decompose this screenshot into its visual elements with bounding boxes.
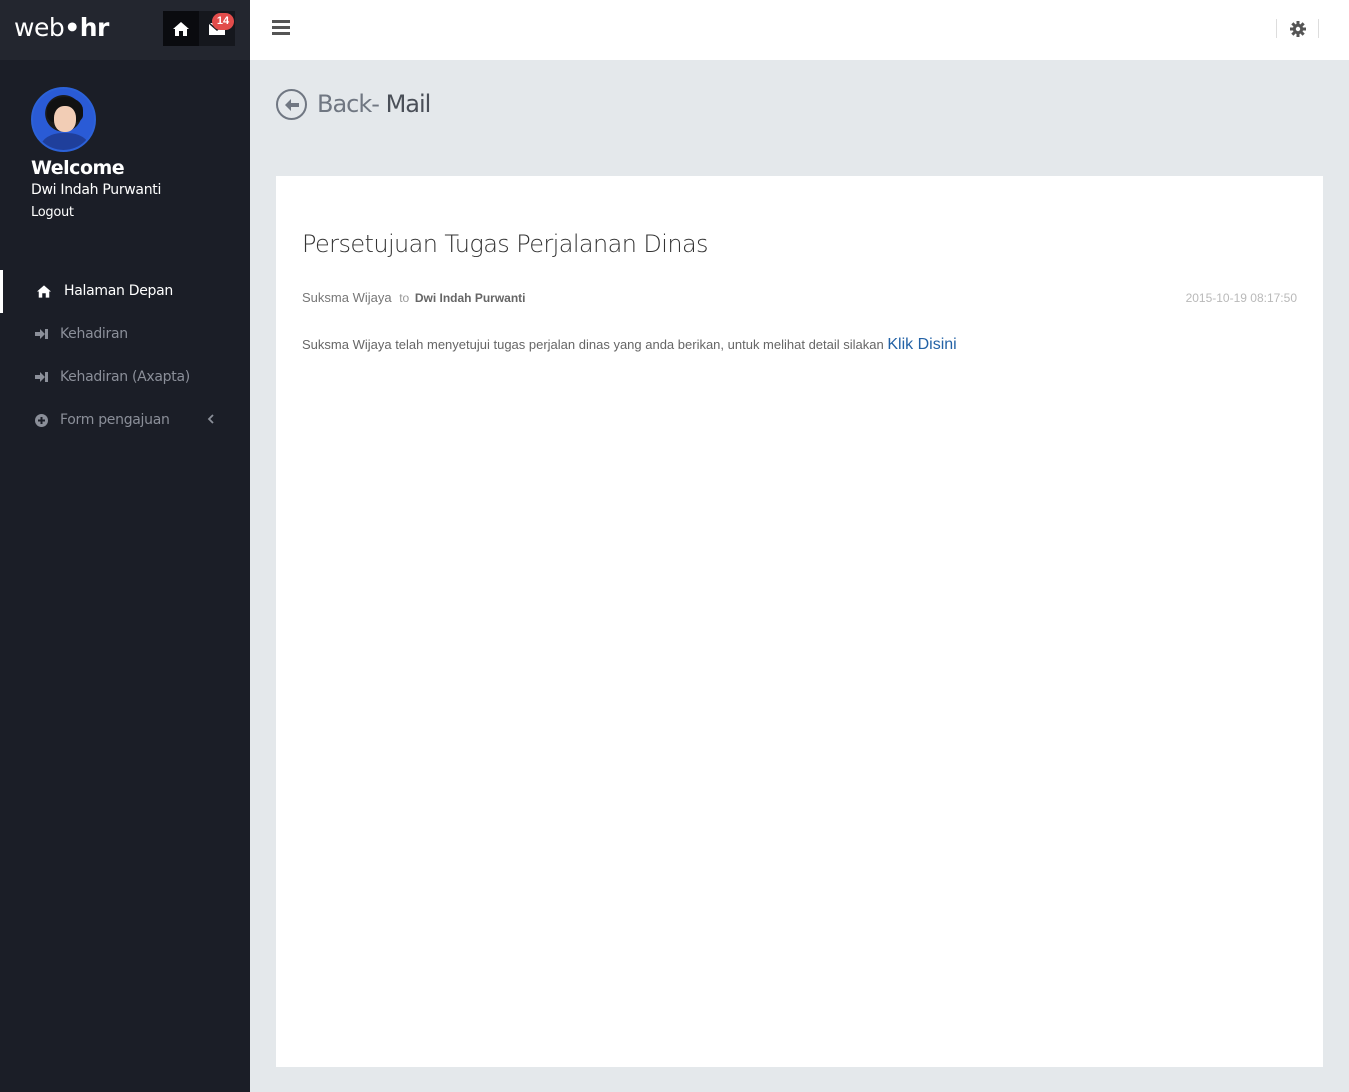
logo-web-text: web xyxy=(14,13,65,42)
mail-recipient: Dwi Indah Purwanti xyxy=(414,291,526,305)
menu-toggle-icon[interactable] xyxy=(272,20,290,36)
plus-circle-icon xyxy=(34,413,48,427)
sidebar-item-kehadiran[interactable]: Kehadiran xyxy=(0,313,250,356)
mail-date: 2015-10-19 08:17:50 xyxy=(1185,291,1297,305)
sidebar-item-label: Halaman Depan xyxy=(64,283,173,299)
mail-to-label: to xyxy=(399,291,410,305)
detail-link[interactable]: Klik Disini xyxy=(887,336,956,353)
settings-button[interactable] xyxy=(1276,19,1319,38)
mail-button[interactable]: 14 xyxy=(199,11,235,46)
page-title: Back- Mail xyxy=(317,90,432,118)
logo[interactable]: web•hr xyxy=(14,13,109,42)
welcome-text: Welcome xyxy=(31,157,125,179)
mail-meta: Suksma Wijaya to Dwi Indah Purwanti xyxy=(302,290,526,305)
avatar xyxy=(31,87,96,152)
avatar-image xyxy=(31,87,96,152)
chevron-left-icon xyxy=(207,413,215,429)
mail-count-badge: 14 xyxy=(212,13,234,30)
brand-bar: web•hr 14 xyxy=(0,0,250,60)
sidebar-item-label: Form pengajuan xyxy=(60,412,170,428)
mail-panel: Persetujuan Tugas Perjalanan Dinas Suksm… xyxy=(276,176,1323,1067)
sidebar-item-kehadiran-axapta[interactable]: Kehadiran (Axapta) xyxy=(0,356,250,399)
sidebar-nav: Halaman Depan Kehadiran Kehadiran (Axapt… xyxy=(0,270,250,442)
top-bar xyxy=(250,0,1349,60)
gear-icon xyxy=(1289,20,1306,37)
logo-hr-text: hr xyxy=(79,13,110,42)
mail-subject: Persetujuan Tugas Perjalanan Dinas xyxy=(302,230,709,258)
logo-dot: • xyxy=(64,13,80,42)
sign-in-icon xyxy=(34,370,48,384)
sidebar-item-form-pengajuan[interactable]: Form pengajuan xyxy=(0,399,250,442)
sidebar-item-halaman-depan[interactable]: Halaman Depan xyxy=(0,270,250,313)
user-name: Dwi Indah Purwanti xyxy=(31,182,162,198)
mail-body-text: Suksma Wijaya telah menyetujui tugas per… xyxy=(302,337,884,352)
back-label[interactable]: Back- xyxy=(317,90,380,118)
back-button[interactable] xyxy=(276,89,307,120)
home-icon xyxy=(37,284,51,298)
sign-in-icon xyxy=(34,327,48,341)
page-title-text: Mail xyxy=(385,90,432,118)
mail-body: Suksma Wijaya telah menyetujui tugas per… xyxy=(302,336,957,354)
home-icon xyxy=(173,21,189,36)
home-button[interactable] xyxy=(163,11,199,46)
arrow-left-icon xyxy=(284,98,299,111)
logout-link[interactable]: Logout xyxy=(31,205,74,220)
sidebar-item-label: Kehadiran (Axapta) xyxy=(60,369,190,385)
mail-sender: Suksma Wijaya xyxy=(302,290,392,305)
sidebar: web•hr 14 Welcome Dwi Indah Purwanti Log… xyxy=(0,0,250,1092)
sidebar-item-label: Kehadiran xyxy=(60,326,128,342)
